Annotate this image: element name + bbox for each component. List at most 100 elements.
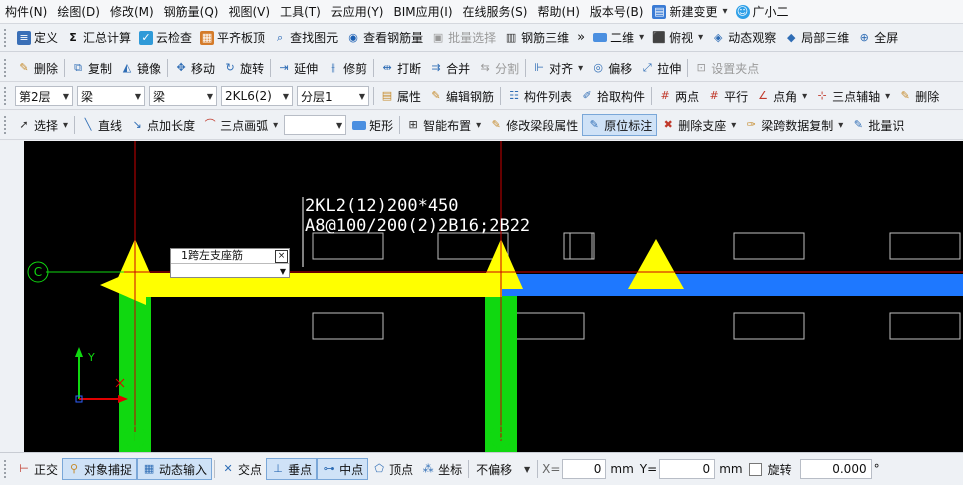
new-change-button[interactable]: ▤ 新建变更 ▾ (648, 1, 731, 23)
category-select[interactable]: 梁 ▼ (77, 86, 145, 106)
find-element-button[interactable]: ⌕ 查找图元 (269, 27, 342, 49)
break-button[interactable]: ⇹ 打断 (376, 57, 425, 79)
menu-bim[interactable]: BIM应用(I) (388, 3, 457, 20)
extend-button[interactable]: ⇥ 延伸 (273, 57, 322, 79)
view-rebar-qty-button[interactable]: ◉ 查看钢筋量 (342, 27, 427, 49)
three-point-arc-button[interactable]: ⌒ 三点画弧 ▾ (199, 114, 282, 136)
panel-input[interactable]: ▼ (171, 264, 289, 278)
copy-button[interactable]: ⧉ 复制 (67, 57, 116, 79)
floor-select[interactable]: 第2层 ▼ (15, 86, 73, 106)
split-icon: ⇆ (480, 61, 490, 74)
top-view-button[interactable]: ⬛ 俯视 ▾ (648, 27, 707, 49)
batch-select-icon: ▣ (432, 30, 444, 44)
delete-support-button[interactable]: ✖ 删除支座 ▾ (657, 114, 740, 136)
in-place-label-icon: ✎ (589, 118, 599, 131)
delete-support-icon: ✖ (663, 118, 673, 131)
left-support-rebar-panel[interactable]: 1跨左支座筋 × ▼ (170, 248, 290, 278)
ortho-button[interactable]: ⊢ 正交 (13, 458, 62, 480)
property-icon: ▤ (381, 89, 393, 102)
menu-tools[interactable]: 工具(T) (275, 3, 326, 20)
delete-axis-button[interactable]: ✎ 删除 (894, 85, 943, 107)
menu-version[interactable]: 版本号(B) (585, 3, 649, 20)
point-angle-button[interactable]: ∠ 点角 ▾ (752, 85, 811, 107)
smart-layout-icon: ⊞ (408, 118, 418, 131)
x-input[interactable]: 0 (562, 459, 607, 479)
rotate-checkbox[interactable] (748, 462, 762, 476)
batch-identify-button[interactable]: ✎ 批量识 (847, 114, 908, 136)
three-point-axis-button[interactable]: ⊹ 三点辅轴 ▾ (811, 85, 894, 107)
align-button[interactable]: ⊩ 对齐 ▾ (528, 57, 587, 79)
angle-input[interactable]: 0.000 (799, 459, 872, 479)
trim-button[interactable]: ⫲ 修剪 (322, 57, 371, 79)
offset-button[interactable]: ◎ 偏移 (587, 57, 636, 79)
parallel-button[interactable]: # 平行 (703, 85, 752, 107)
menu-rebar-qty[interactable]: 钢筋量(Q) (159, 3, 224, 20)
line-button[interactable]: ╲ 直线 (77, 114, 126, 136)
stretch-button[interactable]: ⤢ 拉伸 (636, 57, 685, 79)
sum-calc-button[interactable]: Σ 汇总计算 (62, 27, 135, 49)
two-points-button[interactable]: # 两点 (654, 85, 703, 107)
drawing-canvas[interactable]: C 1 2 2KL2(12)200*450 A8@100/200(2)2B16;… (24, 141, 963, 452)
span-data-copy-button[interactable]: ✑ 梁跨数据复制 ▾ (740, 114, 847, 136)
rotate-button[interactable]: ↻ 旋转 (219, 57, 268, 79)
rectangle-button[interactable]: 矩形 (348, 114, 397, 136)
perpendicular-snap-button[interactable]: ⊥ 垂点 (266, 458, 318, 480)
cursor-icon: ➚ (19, 118, 29, 131)
intersection-snap-button[interactable]: ✕ 交点 (217, 458, 266, 480)
layer-select[interactable]: 分层1 ▼ (297, 86, 369, 106)
property-button[interactable]: ▤ 属性 (376, 85, 425, 107)
chevron-down-icon: ▾ (63, 119, 69, 131)
set-clamp-point-button[interactable]: ⊡ 设置夹点 (690, 57, 763, 79)
flat-slab-top-button[interactable]: ▦ 平齐板顶 (196, 27, 269, 49)
smart-layout-button[interactable]: ⊞ 智能布置 ▾ (402, 114, 485, 136)
dynamic-observe-button[interactable]: ◈ 动态观察 (707, 27, 780, 49)
coordinate-snap-button[interactable]: ⁂ 坐标 (417, 458, 466, 480)
status-bar: ⊢ 正交 ⚲ 对象捕捉 ▦ 动态输入 ✕ 交点 ⊥ 垂点 ⊶ 中点 ⬠ 顶点 ⁂ 坐标 不偏移 ▼… (0, 452, 963, 485)
type-select[interactable]: 梁 ▼ (149, 86, 217, 106)
element-select[interactable]: 2KL6(2) ▼ (221, 86, 293, 106)
menu-element[interactable]: 构件(N) (0, 3, 52, 20)
cloud-check-button[interactable]: ✓ 云检查 (135, 27, 196, 49)
menu-cloud[interactable]: 云应用(Y) (326, 3, 389, 20)
edit-rebar-button[interactable]: ✎ 编辑钢筋 (425, 85, 498, 107)
menu-help[interactable]: 帮助(H) (532, 3, 584, 20)
fullscreen-button[interactable]: ⊕ 全屏 (853, 27, 902, 49)
define-button[interactable]: ≡ 定义 (13, 27, 62, 49)
delete-button[interactable]: ✎ 删除 (13, 57, 62, 79)
axis-label-1: 1 (131, 431, 139, 446)
select-button[interactable]: ➚ 选择 ▾ (13, 114, 72, 136)
dynamic-input-button[interactable]: ▦ 动态输入 (137, 458, 213, 480)
eraser-icon: ✎ (900, 89, 910, 102)
modify-beam-prop-button[interactable]: ✎ 修改梁段属性 (485, 114, 582, 136)
move-button[interactable]: ✥ 移动 (170, 57, 219, 79)
menu-view[interactable]: 视图(V) (223, 3, 275, 20)
chevron-down-icon[interactable]: ▼ (280, 267, 286, 276)
midpoint-snap-button[interactable]: ⊶ 中点 (317, 458, 369, 480)
pick-element-button[interactable]: ✐ 拾取构件 (576, 85, 649, 107)
beam-span-other[interactable] (502, 274, 963, 296)
mirror-button[interactable]: ◭ 镜像 (116, 57, 165, 79)
view-2d-button[interactable]: 二维 ▾ (589, 27, 648, 49)
vertex-snap-button[interactable]: ⬠ 顶点 (368, 458, 417, 480)
overflow-icon[interactable]: » (573, 30, 589, 45)
point-add-length-button[interactable]: ↘ 点加长度 (126, 114, 199, 136)
in-place-label-button[interactable]: ✎ 原位标注 (582, 114, 658, 136)
split-button[interactable]: ⇆ 分割 (474, 57, 523, 79)
two-points-icon: # (660, 89, 670, 102)
menu-online[interactable]: 在线服务(S) (458, 3, 533, 20)
object-snap-button[interactable]: ⚲ 对象捕捉 (62, 458, 138, 480)
y-input[interactable]: 0 (659, 459, 716, 479)
partial-3d-button[interactable]: ◆ 局部三维 (780, 27, 853, 49)
menu-modify[interactable]: 修改(M) (105, 3, 159, 20)
assistant-button[interactable]: ☺ 广小二 (732, 1, 793, 23)
arc-option-select[interactable]: ▼ (284, 115, 347, 135)
rebar-3d-button[interactable]: ▥ 钢筋三维 (500, 27, 573, 49)
batch-select-button[interactable]: ▣ 批量选择 (427, 27, 500, 49)
support-marker[interactable] (628, 239, 684, 289)
offset-mode-select[interactable]: 不偏移 ▼ (473, 459, 533, 479)
element-list-button[interactable]: ☷ 构件列表 (503, 85, 576, 107)
close-icon[interactable]: × (275, 250, 288, 263)
menu-draw[interactable]: 绘图(D) (52, 3, 105, 20)
merge-button[interactable]: ⇉ 合并 (425, 57, 474, 79)
beam-span-selected[interactable] (100, 265, 502, 305)
